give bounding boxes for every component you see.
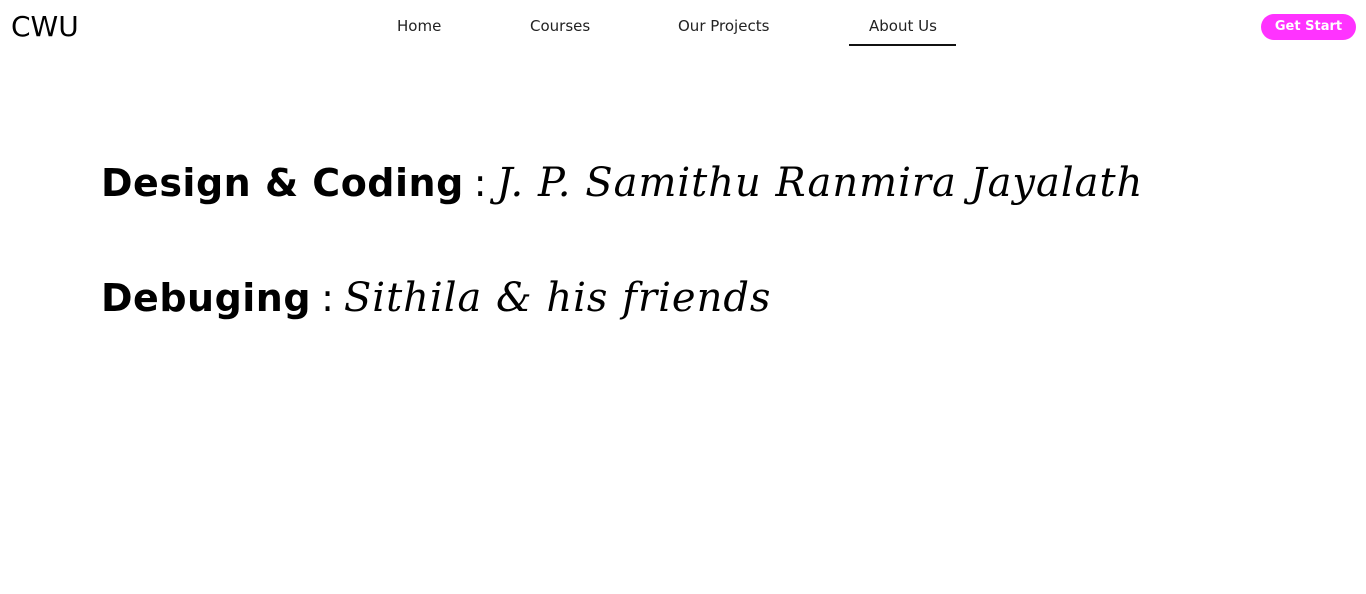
active-tab-underline bbox=[849, 44, 956, 46]
get-start-button[interactable]: Get Start bbox=[1261, 14, 1356, 40]
credit-separator: : bbox=[321, 276, 334, 320]
credit-separator: : bbox=[473, 161, 487, 205]
nav-link-courses[interactable]: Courses bbox=[530, 16, 590, 36]
credits-section: Design & Coding: J. P. Samithu Ranmira Ja… bbox=[101, 160, 1143, 335]
nav-link-about-us[interactable]: About Us bbox=[869, 16, 937, 36]
credit-row-design: Design & Coding: J. P. Samithu Ranmira Ja… bbox=[101, 160, 1143, 220]
top-navbar: CWU Home Courses Our Projects About Us G… bbox=[0, 0, 1366, 56]
nav-link-our-projects[interactable]: Our Projects bbox=[678, 16, 769, 36]
credit-name: Sithila & his friends bbox=[343, 275, 772, 321]
credit-role: Debuging bbox=[101, 276, 312, 320]
credit-role: Design & Coding bbox=[101, 161, 464, 205]
site-logo[interactable]: CWU bbox=[11, 10, 79, 44]
credit-row-debugging: Debuging: Sithila & his friends bbox=[101, 275, 1143, 335]
credit-name: J. P. Samithu Ranmira Jayalath bbox=[496, 160, 1144, 206]
nav-link-home[interactable]: Home bbox=[397, 16, 441, 36]
